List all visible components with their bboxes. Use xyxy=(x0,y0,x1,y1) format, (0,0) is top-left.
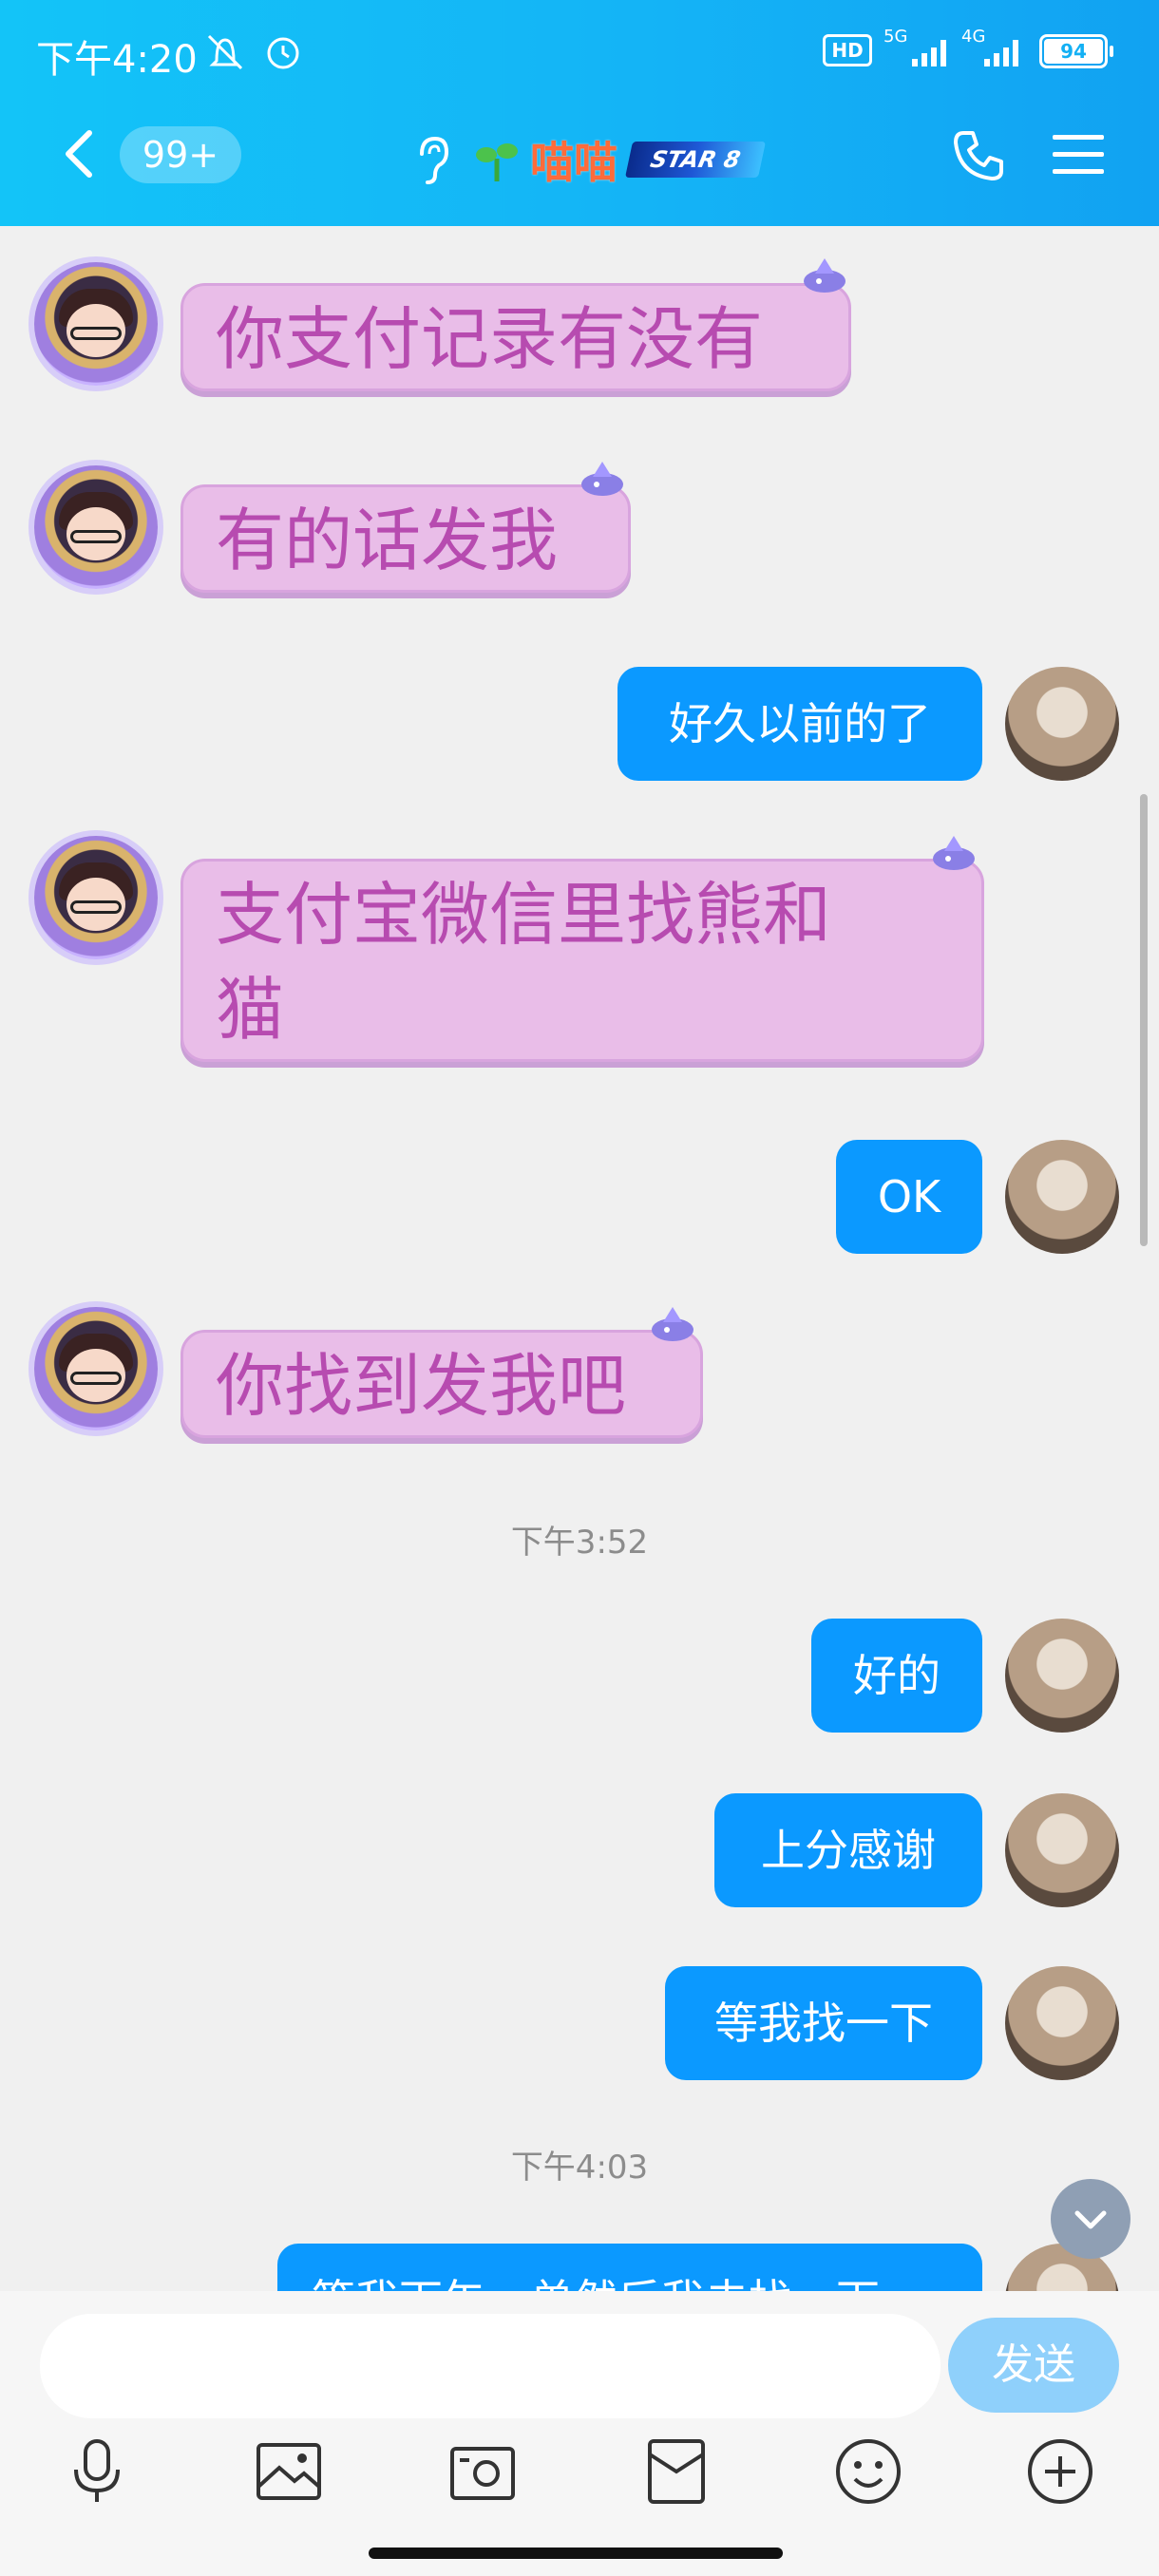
bubble-decoration-icon xyxy=(652,1307,694,1341)
level-badge: STAR 8 xyxy=(624,142,767,178)
signal-5g-icon xyxy=(912,40,946,66)
hd-icon: HD xyxy=(823,34,872,66)
user-avatar[interactable] xyxy=(1005,667,1119,781)
message-bubble-incoming[interactable]: 支付宝微信里找熊和 猫 xyxy=(180,859,984,1062)
alarm-icon xyxy=(267,37,299,69)
user-avatar[interactable] xyxy=(1005,1793,1119,1907)
contact-name: 喵喵 xyxy=(530,137,618,188)
user-avatar[interactable] xyxy=(1005,1619,1119,1733)
scrollbar[interactable] xyxy=(1140,794,1148,1246)
message-bubble-incoming[interactable]: 有的话发我 xyxy=(180,484,631,593)
battery-icon: 94 xyxy=(1039,34,1108,68)
menu-icon[interactable] xyxy=(1051,131,1106,179)
ear-icon[interactable] xyxy=(414,133,452,186)
bubble-decoration-icon xyxy=(933,836,975,870)
message-input[interactable] xyxy=(40,2314,940,2418)
contact-avatar[interactable] xyxy=(34,465,158,589)
avatar-glasses xyxy=(70,530,122,543)
avatar-glasses xyxy=(70,1372,122,1385)
contact-title[interactable]: 喵喵 STAR 8 xyxy=(475,131,767,188)
unread-badge[interactable]: 99+ xyxy=(120,126,241,183)
user-avatar[interactable] xyxy=(1005,1140,1119,1254)
avatar-glasses xyxy=(70,327,122,340)
camera-icon[interactable] xyxy=(445,2434,521,2510)
bubble-decoration-icon xyxy=(804,258,846,293)
message-bubble-outgoing[interactable]: 等我找一下 xyxy=(665,1966,982,2080)
contact-avatar[interactable] xyxy=(34,836,158,959)
back-icon[interactable] xyxy=(61,129,95,179)
sprout-icon xyxy=(476,143,518,181)
bubble-decoration-icon xyxy=(581,462,623,496)
message-timestamp: 下午3:52 xyxy=(510,1524,649,1562)
message-bubble-outgoing[interactable]: 好的 xyxy=(811,1619,982,1733)
red-packet-icon[interactable] xyxy=(638,2434,714,2510)
battery-level: 94 xyxy=(1044,39,1103,64)
message-bubble-outgoing[interactable]: OK xyxy=(836,1140,982,1254)
message-bubble-incoming[interactable]: 你支付记录有没有 xyxy=(180,283,851,391)
message-bubble-incoming[interactable]: 你找到发我吧 xyxy=(180,1330,703,1438)
message-line: 支付宝微信里找熊和 xyxy=(216,875,832,955)
plus-icon[interactable] xyxy=(1022,2434,1098,2510)
mute-icon xyxy=(207,34,243,70)
message-bubble-outgoing[interactable]: 好久以前的了 xyxy=(618,667,982,781)
mic-icon[interactable] xyxy=(59,2434,135,2510)
chevron-down-icon[interactable] xyxy=(1051,2179,1130,2259)
phone-icon[interactable] xyxy=(950,127,1007,184)
message-timestamp: 下午4:03 xyxy=(510,2149,649,2187)
message-bubble-outgoing[interactable]: 上分感谢 xyxy=(714,1793,982,1907)
signal-5g-label: 5G xyxy=(884,27,908,47)
message-line: 猫 xyxy=(216,970,285,1050)
status-time: 下午4:20 xyxy=(36,38,198,82)
send-button[interactable]: 发送 xyxy=(948,2318,1119,2413)
contact-avatar[interactable] xyxy=(34,262,158,386)
emoji-icon[interactable] xyxy=(830,2434,906,2510)
user-avatar[interactable] xyxy=(1005,1966,1119,2080)
battery-tip xyxy=(1110,46,1113,57)
image-icon[interactable] xyxy=(251,2434,327,2510)
contact-avatar[interactable] xyxy=(34,1307,158,1430)
avatar-glasses xyxy=(70,900,122,914)
signal-4g-icon xyxy=(984,40,1018,66)
home-indicator[interactable] xyxy=(369,2548,783,2559)
